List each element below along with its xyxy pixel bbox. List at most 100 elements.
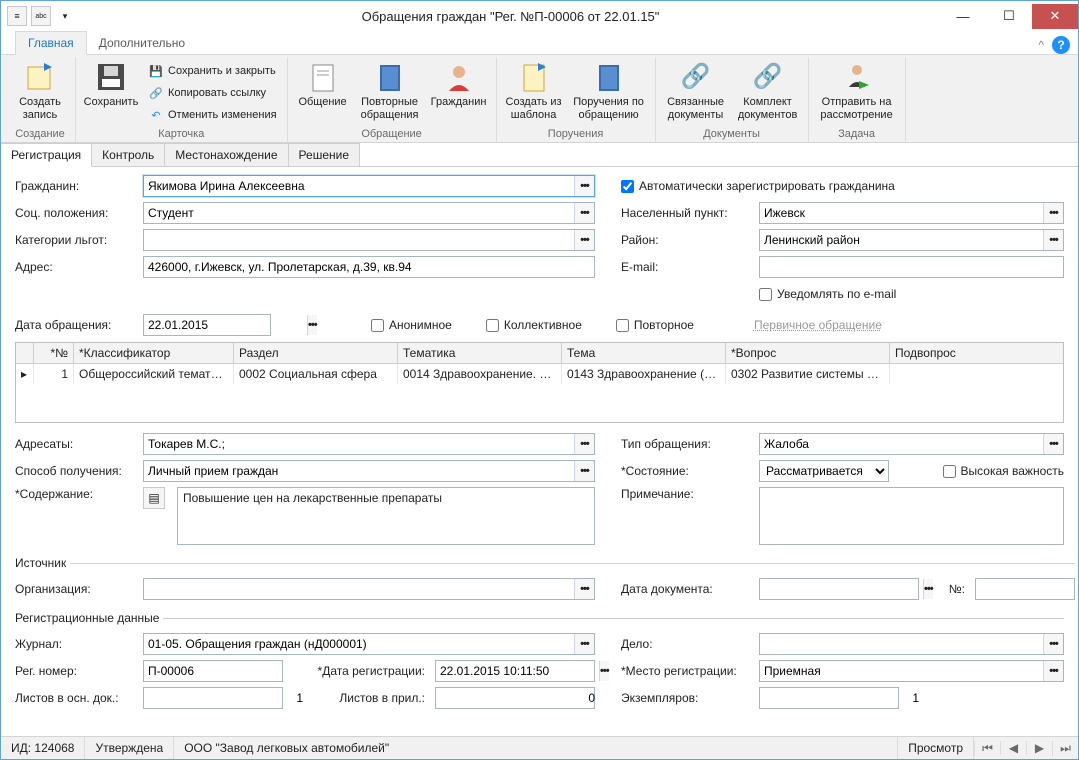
soc-input[interactable] <box>144 203 574 223</box>
regdate-input[interactable] <box>436 661 599 681</box>
regnum-field[interactable] <box>143 660 283 682</box>
close-button[interactable]: ✕ <box>1032 4 1078 29</box>
citizen-input[interactable] <box>144 176 574 196</box>
sheetsapp-input[interactable] <box>436 688 599 708</box>
soc-field[interactable]: ••• <box>143 202 595 224</box>
tab-decision[interactable]: Решение <box>289 143 360 166</box>
delo-input[interactable] <box>760 634 1043 654</box>
th-q[interactable]: *Вопрос <box>726 343 890 363</box>
send-review-button[interactable]: Отправить на рассмотрение <box>815 61 899 121</box>
sheetsmain-input[interactable] <box>144 688 307 708</box>
state-select[interactable]: Рассматривается <box>759 460 889 482</box>
addr-field[interactable] <box>143 256 595 278</box>
date-input[interactable] <box>144 315 307 335</box>
org-input[interactable] <box>144 579 574 599</box>
ribbon-tab-extra[interactable]: Дополнительно <box>87 32 197 54</box>
delo-picker[interactable]: ••• <box>1043 634 1063 654</box>
addr-input[interactable] <box>144 257 594 277</box>
tab-registration[interactable]: Регистрация <box>1 143 92 167</box>
content-textarea[interactable]: Повышение цен на лекарственные препараты <box>177 487 595 545</box>
cats-field[interactable]: ••• <box>143 229 595 251</box>
docdate-picker[interactable]: ••• <box>923 579 933 599</box>
notify-email-checkbox[interactable]: Уведомлять по e-mail <box>759 287 896 301</box>
table-row[interactable]: ▸ 1 Общероссийский тематич... 0002 Социа… <box>16 364 1063 384</box>
docnum-input[interactable] <box>976 579 1078 599</box>
save-close-button[interactable]: 💾Сохранить и закрыть <box>144 61 281 81</box>
type-input[interactable] <box>760 434 1043 454</box>
method-field[interactable]: ••• <box>143 460 595 482</box>
qat-btn-1[interactable]: ≡ <box>7 6 27 26</box>
qat-btn-2[interactable]: abc <box>31 6 51 26</box>
journal-input[interactable] <box>144 634 574 654</box>
cats-picker[interactable]: ••• <box>574 230 594 250</box>
copy-link-button[interactable]: 🔗Копировать ссылку <box>144 83 281 103</box>
docnum-field[interactable] <box>975 578 1075 600</box>
repeat-checkbox[interactable]: Повторное <box>616 318 694 332</box>
soc-picker[interactable]: ••• <box>574 203 594 223</box>
tab-location[interactable]: Местонахождение <box>165 143 288 166</box>
classifier-table[interactable]: *№ *Классификатор Раздел Тематика Тема *… <box>15 342 1064 423</box>
nav-last[interactable]: ⏭ <box>1052 741 1078 756</box>
nav-prev[interactable]: ◀ <box>1000 741 1026 755</box>
copies-field[interactable] <box>759 687 899 709</box>
citizen-picker[interactable]: ••• <box>574 176 594 196</box>
save-button[interactable]: Сохранить <box>82 61 140 109</box>
citizen-field[interactable]: ••• <box>143 175 595 197</box>
create-from-template-button[interactable]: Создать из шаблона <box>503 61 565 121</box>
city-input[interactable] <box>760 203 1043 223</box>
nav-first[interactable]: ⏮ <box>974 741 1000 756</box>
addressees-picker[interactable]: ••• <box>574 434 594 454</box>
create-record-button[interactable]: Создать запись <box>11 61 69 121</box>
anon-checkbox[interactable]: Анонимное <box>371 318 452 332</box>
district-field[interactable]: ••• <box>759 229 1064 251</box>
docdate-field[interactable]: ••• <box>759 578 919 600</box>
th-sq[interactable]: Подвопрос <box>890 343 1063 363</box>
district-input[interactable] <box>760 230 1043 250</box>
district-picker[interactable]: ••• <box>1043 230 1063 250</box>
collective-checkbox[interactable]: Коллективное <box>486 318 582 332</box>
linked-docs-button[interactable]: 🔗Связанные документы <box>662 61 730 121</box>
note-textarea[interactable] <box>759 487 1064 545</box>
method-picker[interactable]: ••• <box>574 461 594 481</box>
ribbon-tab-main[interactable]: Главная <box>15 31 87 55</box>
th-subj[interactable]: Тема <box>562 343 726 363</box>
th-section[interactable]: Раздел <box>234 343 398 363</box>
orders-by-appeal-button[interactable]: Поручения по обращению <box>569 61 649 121</box>
regdate-field[interactable]: ••• <box>435 660 595 682</box>
org-field[interactable]: ••• <box>143 578 595 600</box>
type-field[interactable]: ••• <box>759 433 1064 455</box>
content-expand-icon[interactable]: ▤ <box>143 487 165 509</box>
cancel-changes-button[interactable]: ↶Отменить изменения <box>144 105 281 125</box>
tab-control[interactable]: Контроль <box>92 143 165 166</box>
th-no[interactable]: *№ <box>34 343 74 363</box>
maximize-button[interactable]: ☐ <box>986 4 1032 29</box>
communication-button[interactable]: Общение <box>294 61 352 109</box>
email-field[interactable] <box>759 256 1064 278</box>
copies-input[interactable] <box>760 688 923 708</box>
auto-reg-checkbox[interactable]: Автоматически зарегистрировать гражданин… <box>621 179 895 193</box>
regnum-input[interactable] <box>144 661 307 681</box>
doc-set-button[interactable]: 🔗Комплект документов <box>734 61 802 121</box>
sheetsmain-field[interactable] <box>143 687 283 709</box>
docdate-input[interactable] <box>760 579 923 599</box>
date-field[interactable]: ••• <box>143 314 271 336</box>
org-picker[interactable]: ••• <box>574 579 594 599</box>
nav-next[interactable]: ▶ <box>1026 741 1052 755</box>
city-picker[interactable]: ••• <box>1043 203 1063 223</box>
ribbon-collapse-icon[interactable]: ^ <box>1038 38 1044 52</box>
date-picker[interactable]: ••• <box>307 315 317 335</box>
th-theme[interactable]: Тематика <box>398 343 562 363</box>
sheetsapp-field[interactable] <box>435 687 595 709</box>
method-input[interactable] <box>144 461 574 481</box>
addressees-field[interactable]: ••• <box>143 433 595 455</box>
repeat-appeals-button[interactable]: Повторные обращения <box>356 61 424 121</box>
regdate-picker[interactable]: ••• <box>599 661 609 681</box>
email-input[interactable] <box>760 257 1063 277</box>
regplace-picker[interactable]: ••• <box>1043 661 1063 681</box>
qat-dropdown[interactable]: ▾ <box>55 6 75 26</box>
citizen-button[interactable]: Гражданин <box>428 61 490 109</box>
cats-input[interactable] <box>144 230 574 250</box>
priority-checkbox[interactable]: Высокая важность <box>943 464 1064 478</box>
minimize-button[interactable]: — <box>940 4 986 29</box>
th-cls[interactable]: *Классификатор <box>74 343 234 363</box>
